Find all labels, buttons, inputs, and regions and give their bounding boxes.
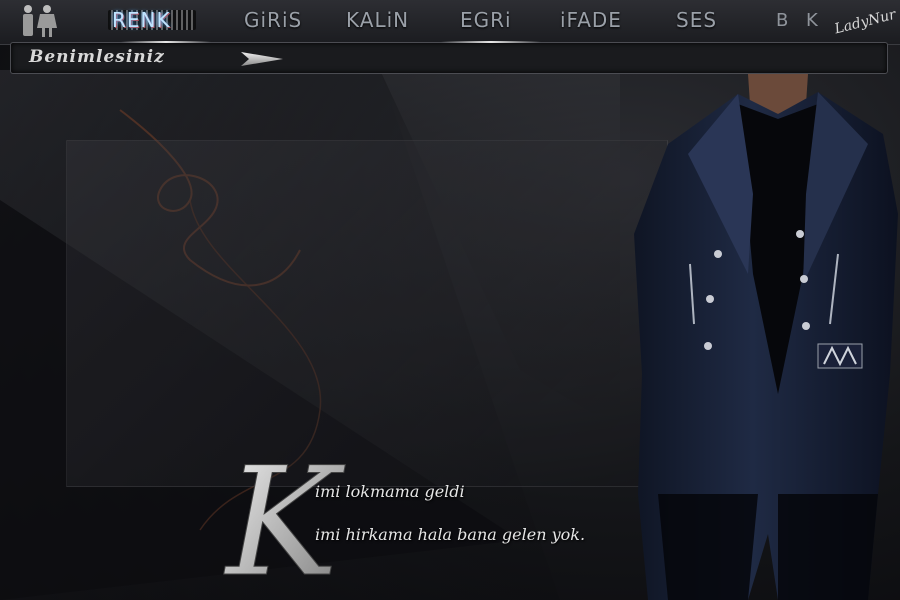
emote-button[interactable]: iFADE [560, 8, 622, 36]
signature-logo: LadyNur [832, 6, 898, 38]
italic-button[interactable]: EGRi [460, 8, 512, 36]
bold-button[interactable]: KALiN [346, 8, 409, 36]
color-button[interactable]: RENK [112, 8, 171, 36]
poem-initial: K [223, 436, 346, 596]
shine-decoration [441, 41, 541, 43]
top-toolbar: RENK GiRiS KALiN EGRi iFADE SES B K Lady… [0, 0, 900, 45]
poem-line-1: imi lokmama geldi [315, 482, 465, 501]
send-arrow-icon[interactable] [239, 49, 285, 69]
users-icon[interactable] [16, 4, 60, 38]
login-button[interactable]: GiRiS [244, 8, 302, 36]
message-input[interactable]: Benimlesiniz [29, 47, 165, 67]
k-button[interactable]: K [806, 10, 818, 31]
background-panel [66, 140, 668, 487]
chat-window: RENK GiRiS KALiN EGRi iFADE SES B K Lady… [0, 0, 900, 600]
poem-line-2: imi hirkama hala bana gelen yok. [315, 525, 586, 544]
shine-decoration [121, 41, 211, 43]
man-in-coat-image [634, 74, 898, 600]
b-button[interactable]: B [776, 10, 788, 31]
message-input-bar[interactable]: Benimlesiniz [10, 41, 888, 74]
sound-button[interactable]: SES [676, 8, 717, 36]
decorative-initial: K [223, 436, 347, 596]
